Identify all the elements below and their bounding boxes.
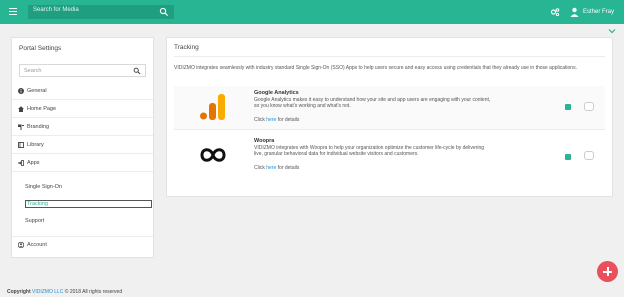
account-icon: [18, 242, 24, 248]
integration-details: Click here for details: [254, 117, 299, 123]
sidebar-item-branding[interactable]: Branding: [12, 119, 153, 136]
google-analytics-logo: [200, 94, 225, 120]
tracking-panel: Tracking VIDIZMO integrates seamlessly w…: [166, 37, 613, 197]
library-icon: [18, 142, 24, 148]
details-link[interactable]: here: [266, 165, 276, 171]
enable-toggle[interactable]: [584, 102, 594, 111]
sidebar-subitem-single-sign-on[interactable]: Single Sign-On: [25, 184, 62, 190]
sidebar-item-label: Account: [27, 242, 47, 248]
user-icon[interactable]: [570, 7, 579, 17]
info-icon: [18, 88, 24, 94]
sidebar-item-account[interactable]: Account: [12, 236, 153, 253]
menu-icon[interactable]: [9, 8, 17, 15]
details-suffix: for details: [276, 165, 300, 171]
details-suffix: for details: [276, 117, 300, 123]
copyright-label: Copyright: [7, 289, 31, 295]
search-placeholder: Search for Media: [33, 7, 79, 13]
footer-rights: © 2018 All rights reserved: [64, 289, 123, 295]
footer: Copyright VIDIZMO LLC © 2018 All rights …: [7, 289, 122, 295]
integration-woopra: Woopra VIDIZMO integrates with Woopra to…: [174, 134, 605, 178]
sidebar-item-label: Branding: [27, 124, 50, 130]
enable-toggle[interactable]: [584, 151, 594, 160]
sidebar-item-label: Home Page: [27, 106, 57, 112]
divider: [174, 56, 605, 57]
sidebar-item-label: Library: [27, 142, 44, 148]
chevron-down-icon[interactable]: [608, 28, 616, 34]
settings-icon[interactable]: [565, 104, 571, 110]
search-icon[interactable]: [133, 67, 141, 75]
settings-sidebar: Portal Settings Search General Home Page…: [11, 37, 154, 258]
integration-description: Google Analytics makes it easy to unders…: [254, 97, 491, 110]
integration-name: Woopra: [254, 138, 275, 144]
details-prefix: Click: [254, 117, 267, 123]
tools-icon[interactable]: [550, 7, 560, 17]
sidebar-item-apps[interactable]: Apps: [12, 155, 153, 172]
sidebar-subitem-tracking[interactable]: Tracking: [25, 200, 152, 208]
details-link[interactable]: here: [266, 117, 276, 123]
sidebar-search-input[interactable]: Search: [19, 64, 146, 77]
integration-name: Google Analytics: [254, 90, 299, 96]
user-area: Esther Fray: [550, 6, 614, 18]
sidebar-item-library[interactable]: Library: [12, 137, 153, 154]
search-input[interactable]: Search for Media: [28, 5, 174, 19]
apps-icon: [18, 160, 24, 166]
integration-google-analytics: Google Analytics Google Analytics makes …: [174, 86, 605, 130]
footer-brand-link[interactable]: VIDIZMO LLC: [32, 289, 63, 295]
search-icon[interactable]: [159, 7, 169, 17]
sidebar-title: Portal Settings: [19, 45, 62, 52]
sidebar-item-label: Apps: [27, 160, 40, 166]
woopra-logo: [200, 148, 226, 162]
page-title: Tracking: [174, 44, 199, 51]
settings-icon[interactable]: [565, 154, 571, 160]
integration-description: VIDIZMO integrates with Woopra to help y…: [254, 145, 485, 158]
details-prefix: Click: [254, 165, 267, 171]
home-icon: [18, 106, 24, 112]
sidebar-item-general[interactable]: General: [12, 83, 153, 100]
sidebar-item-label: General: [27, 88, 47, 94]
branding-icon: [18, 124, 24, 130]
add-button[interactable]: [597, 261, 618, 282]
sidebar-subitem-support[interactable]: Support: [25, 218, 44, 224]
integration-details: Click here for details: [254, 165, 299, 171]
user-name[interactable]: Esther Fray: [583, 9, 614, 15]
sidebar-item-home-page[interactable]: Home Page: [12, 101, 153, 118]
page-description: VIDIZMO integrates seamlessly with indus…: [174, 65, 577, 71]
top-navbar: Search for Media Esther Fray: [0, 0, 624, 24]
sidebar-search-placeholder: Search: [24, 68, 42, 74]
